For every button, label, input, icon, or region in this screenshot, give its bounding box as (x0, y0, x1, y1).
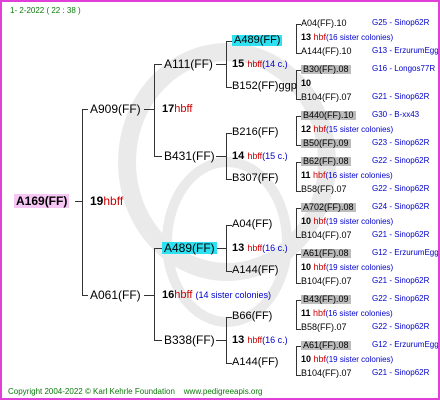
gen5-bot-info-6: G22 - Sinop62R (372, 322, 430, 331)
gen3-info-2: 13 hbff(16 c.) (232, 242, 288, 254)
gen5-mid-1: 10 (301, 78, 312, 88)
gen5-top-code-7[interactable]: A61(FF).08 (301, 341, 351, 350)
gen2-code-1[interactable]: A061(FF) (90, 289, 141, 301)
gen5-bot-code-4[interactable]: B104(FF).07 (301, 231, 352, 240)
gen5-top-info-2: G30 - B-xx43 (372, 110, 420, 119)
gen5-top-code-4[interactable]: A702(FF).08 (301, 203, 356, 212)
gen5-bot-code-5[interactable]: B104(FF).07 (301, 277, 352, 286)
gen4-code-4[interactable]: A04(FF) (232, 219, 272, 230)
gen2-code-0[interactable]: A909(FF) (90, 103, 141, 115)
gen5-top-code-6[interactable]: B43(FF).09 (301, 295, 351, 304)
gen2-info-1: 16hbff (14 sister colonies) (162, 289, 271, 301)
gen2-info-0: 17hbff (162, 103, 193, 115)
gen5-top-info-6: G22 - Sinop62R (372, 294, 430, 303)
gen5-top-code-2[interactable]: B440(FF).10 (301, 111, 356, 120)
gen5-bot-info-3: G22 - Sinop62R (372, 184, 430, 193)
gen5-bot-code-1[interactable]: B104(FF).07 (301, 93, 352, 102)
gen5-top-info-0: G25 - Sinop62R (372, 18, 430, 27)
gen5-mid-3: 11 hbf(16 sister colonies) (301, 170, 393, 180)
gen5-top-code-5[interactable]: A61(FF).08 (301, 249, 351, 258)
gen3-info-3: 13 hbff(16 c.) (232, 334, 288, 346)
gen4-code-7[interactable]: A144(FF) (232, 357, 278, 368)
gen5-bot-code-7[interactable]: B104(FF).07 (301, 369, 352, 378)
gen5-mid-0: 13 hbf(16 sister colonies) (301, 32, 394, 42)
gen5-top-info-4: G24 - Sinop62R (372, 202, 430, 211)
gen4-code-5[interactable]: A144(FF) (232, 265, 278, 276)
gen3-info-0: 15 hbff(14 c.) (232, 58, 288, 70)
gen3-code-3[interactable]: B338(FF) (164, 334, 215, 346)
root-queen-info: 19hbff (90, 195, 123, 207)
gen5-bot-code-6[interactable]: B58(FF).07 (301, 323, 347, 332)
gen5-bot-code-3[interactable]: B58(FF).07 (301, 185, 347, 194)
gen3-code-0[interactable]: A111(FF) (164, 58, 213, 70)
root-num: 19 (90, 194, 104, 208)
gen5-mid-7: 10 hbf(19 sister colonies) (301, 354, 394, 364)
gen5-mid-6: 11 hbf(16 sister colonies) (301, 308, 393, 318)
gen5-top-code-3[interactable]: B62(FF).08 (301, 157, 351, 166)
gen5-bot-info-5: G21 - Sinop62R (372, 276, 430, 285)
root-queen-code[interactable]: A169(FF) (14, 194, 70, 208)
gen5-bot-code-2[interactable]: B50(FF).09 (301, 139, 351, 148)
gen5-top-info-7: G12 - ErzurumEgg8 (372, 340, 440, 349)
gen5-bot-info-1: G21 - Sinop62R (372, 92, 430, 101)
gen4-code-1[interactable]: B152(FF)ggp (232, 81, 297, 92)
gen5-mid-2: 12 hbf(15 sister colonies) (301, 124, 394, 134)
gen5-top-info-3: G22 - Sinop62R (372, 156, 430, 165)
gen4-code-0[interactable]: A489(FF) (232, 35, 283, 46)
gen3-code-2[interactable]: A489(FF) (162, 242, 217, 254)
gen4-code-6[interactable]: B66(FF) (232, 311, 272, 322)
root-label: hbff (103, 194, 124, 208)
gen5-bot-info-7: G21 - Sinop62R (372, 368, 430, 377)
gen4-code-3[interactable]: B307(FF) (232, 173, 278, 184)
gen5-top-code-1[interactable]: B30(FF).08 (301, 65, 351, 74)
gen5-bot-info-4: G21 - Sinop62R (372, 230, 430, 239)
gen5-mid-4: 10 hbf(19 sister colonies) (301, 216, 394, 226)
gen5-top-code-0[interactable]: A04(FF).10 (301, 19, 347, 28)
pedigree-frame: 1- 2-2022 ( 22 : 38 ) A169(FF) 19hbff A9… (0, 0, 440, 400)
footer-copyright: Copyright 2004-2022 © Karl Kehrle Founda… (8, 387, 263, 396)
gen5-top-info-5: G12 - ErzurumEgg8 (372, 248, 440, 257)
gen4-code-2[interactable]: B216(FF) (232, 127, 278, 138)
gen5-top-info-1: G16 - Longos77R (372, 64, 436, 73)
gen5-bot-info-0: G13 - ErzurumEgg8 (372, 46, 440, 55)
gen5-bot-info-2: G23 - Sinop62R (372, 138, 430, 147)
gen5-mid-5: 10 hbf(19 sister colonies) (301, 262, 394, 272)
gen3-info-1: 14 hbff(15 c.) (232, 150, 288, 162)
gen3-code-1[interactable]: B431(FF) (164, 150, 215, 162)
date-stamp: 1- 2-2022 ( 22 : 38 ) (10, 6, 81, 15)
gen5-bot-code-0[interactable]: A144(FF).10 (301, 47, 352, 56)
